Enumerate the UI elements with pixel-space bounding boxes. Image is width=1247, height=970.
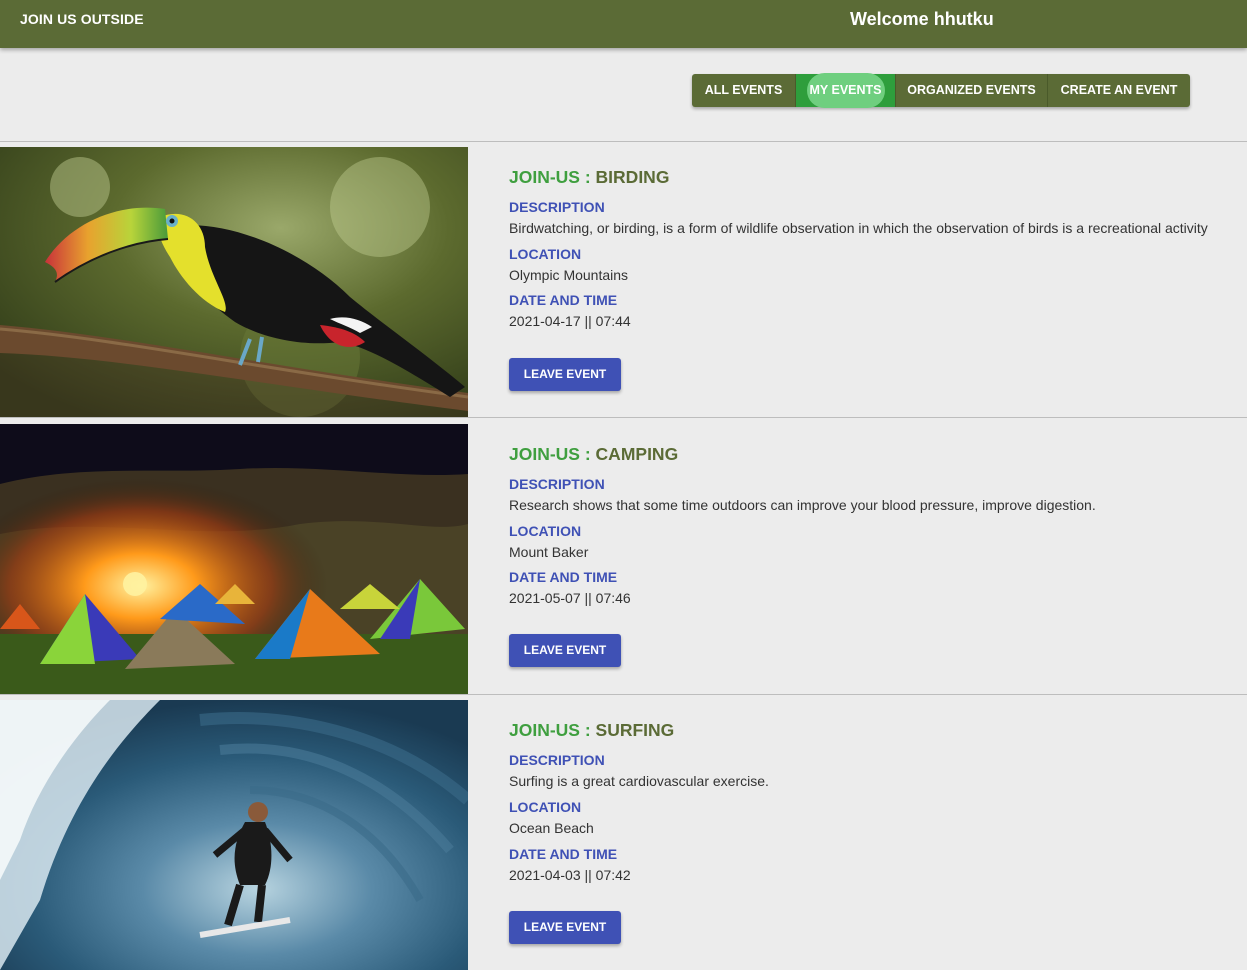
event-location: Mount Baker	[509, 544, 589, 560]
event-card: JOIN-US : BIRDING DESCRIPTION Birdwatchi…	[0, 147, 1247, 417]
location-label: LOCATION	[509, 799, 582, 815]
event-title-prefix: JOIN-US :	[509, 720, 596, 740]
event-title: JOIN-US : BIRDING	[509, 167, 669, 188]
event-title: JOIN-US : CAMPING	[509, 444, 678, 465]
description-label: DESCRIPTION	[509, 752, 605, 768]
tab-my-events[interactable]: MY EVENTS	[796, 73, 896, 108]
event-date-time: 2021-04-03 || 07:42	[509, 867, 631, 883]
date-time-label: DATE AND TIME	[509, 292, 618, 308]
surfer-wave-photo	[0, 700, 468, 970]
divider	[0, 141, 1247, 142]
event-description: Research shows that some time outdoors c…	[509, 497, 1096, 513]
event-card: JOIN-US : SURFING DESCRIPTION Surfing is…	[0, 700, 1247, 970]
welcome-message: Welcome hhutku	[850, 9, 994, 29]
leave-event-button[interactable]: LEAVE EVENT	[509, 634, 621, 667]
event-date-time: 2021-05-07 || 07:46	[509, 590, 631, 606]
divider	[0, 417, 1247, 418]
description-label: DESCRIPTION	[509, 476, 605, 492]
top-app-bar: JOIN US OUTSIDE Welcome hhutku	[0, 0, 1247, 48]
tab-my-events-label: MY EVENTS	[809, 83, 882, 97]
event-title-prefix: JOIN-US :	[509, 167, 596, 187]
campsite-tents-photo	[0, 424, 468, 694]
event-name: SURFING	[595, 720, 675, 740]
event-location: Olympic Mountains	[509, 267, 629, 283]
event-description: Birdwatching, or birding, is a form of w…	[509, 220, 1208, 236]
tab-all-events[interactable]: ALL EVENTS	[692, 74, 796, 107]
event-tabs: ALL EVENTS MY EVENTS ORGANIZED EVENTS CR…	[692, 73, 1190, 108]
toucan-photo	[0, 147, 468, 417]
divider	[0, 694, 1247, 695]
date-time-label: DATE AND TIME	[509, 569, 618, 585]
event-title: JOIN-US : SURFING	[509, 720, 674, 741]
leave-event-button[interactable]: LEAVE EVENT	[509, 911, 621, 944]
tab-organized-events[interactable]: ORGANIZED EVENTS	[896, 74, 1048, 107]
app-brand[interactable]: JOIN US OUTSIDE	[20, 11, 144, 27]
date-time-label: DATE AND TIME	[509, 846, 618, 862]
event-name: CAMPING	[595, 444, 679, 464]
event-date-time: 2021-04-17 || 07:44	[509, 313, 631, 329]
location-label: LOCATION	[509, 246, 582, 262]
event-name: BIRDING	[595, 167, 670, 187]
leave-event-button[interactable]: LEAVE EVENT	[509, 358, 621, 391]
description-label: DESCRIPTION	[509, 199, 605, 215]
tab-create-event[interactable]: CREATE AN EVENT	[1048, 74, 1190, 107]
event-description: Surfing is a great cardiovascular exerci…	[509, 773, 769, 789]
event-card: JOIN-US : CAMPING DESCRIPTION Research s…	[0, 424, 1247, 694]
event-title-prefix: JOIN-US :	[509, 444, 596, 464]
location-label: LOCATION	[509, 523, 582, 539]
event-location: Ocean Beach	[509, 820, 594, 836]
